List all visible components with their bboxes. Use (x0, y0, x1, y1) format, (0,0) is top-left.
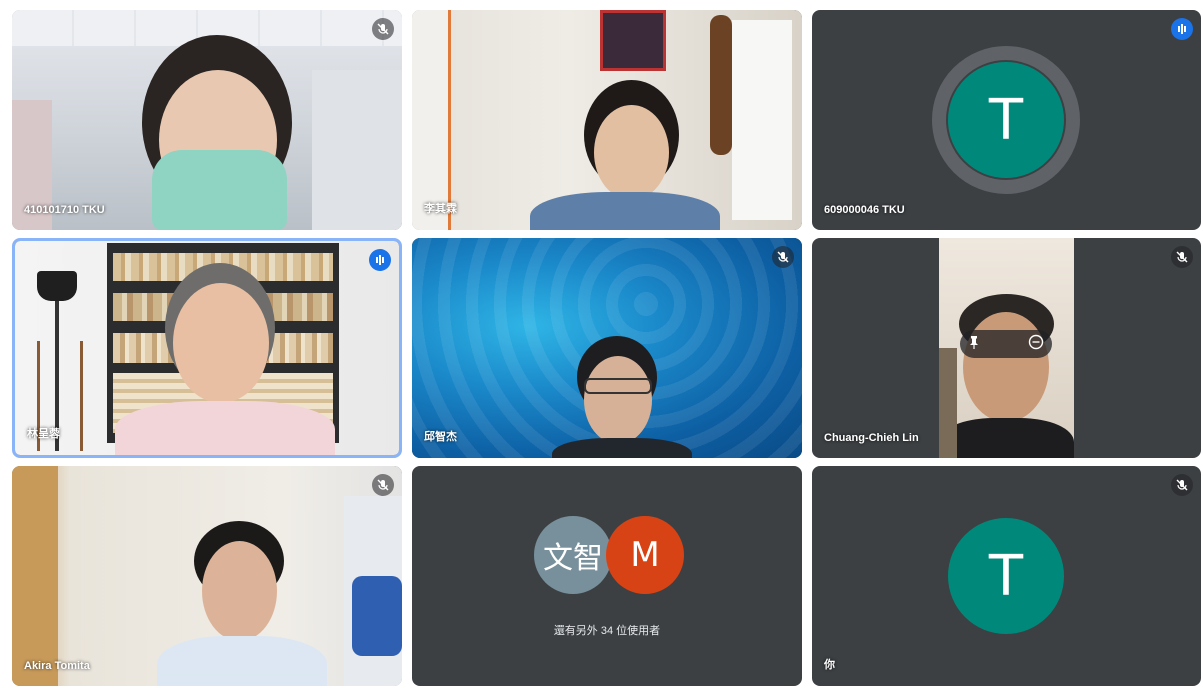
others-count-label: 還有另外 34 位使用者 (553, 625, 661, 637)
participant-tile[interactable]: 林呈蓉 (12, 238, 402, 458)
participant-tile[interactable]: T 609000046 TKU (812, 10, 1201, 230)
meeting-grid: 410101710 TKU 李其霖 T 609000046 TKU 林呈蓉 邱智… (0, 0, 1203, 688)
pin-icon[interactable] (968, 335, 980, 354)
participant-tile[interactable]: Chuang-Chieh Lin (812, 238, 1201, 458)
remove-icon[interactable] (1028, 334, 1044, 355)
participant-name: Chuang-Chieh Lin (824, 432, 919, 444)
participant-name: 邱智杰 (424, 431, 457, 443)
mic-off-icon (372, 18, 394, 40)
self-tile[interactable]: T 你 (812, 466, 1201, 686)
participant-name: 410101710 TKU (24, 204, 105, 216)
participant-tile[interactable]: Akira Tomita (12, 466, 402, 686)
tile-overlay-controls (960, 330, 1052, 358)
participant-name: Akira Tomita (24, 660, 90, 672)
participant-video (15, 241, 399, 455)
mic-off-icon (1171, 474, 1193, 496)
others-tile[interactable]: 文智 M 還有另外 34 位使用者 (412, 466, 802, 686)
participant-video (412, 10, 802, 230)
participant-name: 609000046 TKU (824, 204, 905, 216)
participant-video (12, 466, 402, 686)
participant-tile[interactable]: 邱智杰 (412, 238, 802, 458)
participant-tile[interactable]: 李其霖 (412, 10, 802, 230)
participant-name: 李其霖 (424, 203, 457, 215)
mic-off-icon (1171, 246, 1193, 268)
speaking-indicator-icon (369, 249, 391, 271)
participant-name: 林呈蓉 (27, 428, 60, 440)
participant-name: 你 (824, 659, 835, 671)
avatar: 文智 (534, 516, 612, 594)
avatar: T (948, 62, 1064, 178)
participant-tile[interactable]: 410101710 TKU (12, 10, 402, 230)
mic-off-icon (372, 474, 394, 496)
avatar: M (606, 516, 684, 594)
speaking-indicator-icon (1171, 18, 1193, 40)
mic-off-icon (772, 246, 794, 268)
avatar: T (948, 518, 1064, 634)
participant-video (412, 238, 802, 458)
participant-video (12, 10, 402, 230)
